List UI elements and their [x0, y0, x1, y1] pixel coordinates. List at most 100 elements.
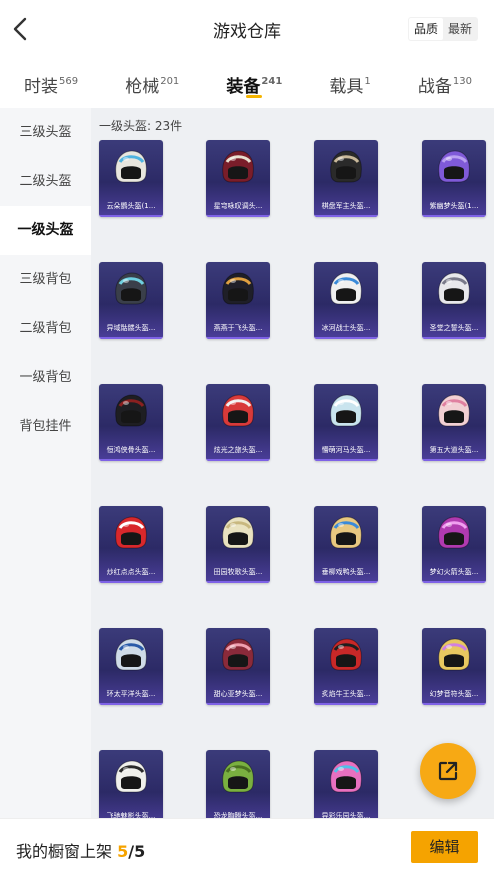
sidebar-item-level3-backpack[interactable]: 三级背包 [0, 255, 91, 304]
item-name: 垂柳戏鸭头盔... [321, 568, 371, 576]
item-card[interactable]: 第五大道头盔... [422, 384, 486, 461]
tab-label: 枪械 [125, 77, 160, 97]
footer-bar: 我的橱窗上架 5/5 编辑 [0, 818, 494, 875]
helmet-icon [438, 638, 470, 671]
item-card[interactable]: 冰河战士头盔... [314, 262, 378, 339]
tab-label: 装备 [226, 77, 261, 97]
helmet-icon [330, 516, 362, 549]
helmet-icon [115, 638, 147, 671]
item-card[interactable]: 炫光之旅头盔... [206, 384, 270, 461]
item-name: 冰河战士头盔... [321, 324, 371, 332]
tab-vehicles[interactable]: 载具1 [329, 58, 370, 106]
header: 游戏仓库 品质 最新 [0, 0, 494, 58]
sidebar: 三级头盔 二级头盔 一级头盔 三级背包 二级背包 一级背包 背包挂件 [0, 108, 91, 818]
item-name: 紫幽梦头盔(1... [429, 202, 479, 210]
helmet-icon [438, 394, 470, 427]
item-card[interactable]: 恐龙胸腾头盔... [206, 750, 270, 818]
sidebar-item-level2-helmet[interactable]: 二级头盔 [0, 157, 91, 206]
item-card[interactable]: 恒鸿侠骨头盔... [99, 384, 163, 461]
tab-count: 201 [160, 76, 180, 87]
sort-latest-button[interactable]: 最新 [443, 18, 477, 40]
item-name: 梦幻火箭头盔... [429, 568, 479, 576]
tab-count: 130 [452, 76, 472, 87]
item-name: 炒红点点头盔... [106, 568, 156, 576]
helmet-icon [330, 760, 362, 793]
item-card[interactable]: 异彩乐园头盔... [314, 750, 378, 818]
item-name: 异彩乐园头盔... [321, 812, 371, 818]
tab-count: 241 [261, 76, 283, 87]
item-name: 燕燕于飞头盔... [213, 324, 263, 332]
item-panel: 一级头盔: 23件 云朵鹦头盔(1... 星穹咏叹调头... 棋盘军主头盔... 紫幽… [91, 108, 494, 818]
item-name: 云朵鹦头盔(1... [106, 202, 156, 210]
tab-weapons[interactable]: 枪械201 [125, 58, 179, 106]
item-card[interactable]: 环太平洋头盔... [99, 628, 163, 705]
tab-equipment[interactable]: 装备241 [226, 58, 282, 106]
item-card[interactable]: 田园牧歌头盔... [206, 506, 270, 583]
section-title: 一级头盔: 23件 [99, 119, 183, 133]
sidebar-item-level3-helmet[interactable]: 三级头盔 [0, 108, 91, 157]
tab-count: 569 [59, 76, 79, 87]
item-card[interactable]: 云朵鹦头盔(1... [99, 140, 163, 217]
helmet-icon [222, 394, 254, 427]
helmet-icon [438, 272, 470, 305]
helmet-icon [115, 760, 147, 793]
item-name: 懵萌河马头盔... [321, 446, 371, 454]
helmet-icon [115, 516, 147, 549]
sort-quality-button[interactable]: 品质 [408, 18, 443, 40]
item-card[interactable]: 圣堂之誓头盔... [422, 262, 486, 339]
helmet-icon [330, 638, 362, 671]
item-name: 圣堂之誓头盔... [429, 324, 479, 332]
helmet-icon [330, 272, 362, 305]
category-tabs: 时装569 枪械201 装备241 载具1 战备130 [0, 58, 494, 106]
helmet-icon [115, 150, 147, 183]
item-name: 炙焰牛王头盔... [321, 690, 371, 698]
sidebar-item-level1-backpack[interactable]: 一级背包 [0, 353, 91, 402]
item-card[interactable]: 幻梦音符头盔... [422, 628, 486, 705]
showcase-status: 我的橱窗上架 5/5 [16, 838, 145, 862]
sidebar-item-backpack-charm[interactable]: 背包挂件 [0, 402, 91, 451]
share-button[interactable] [420, 743, 476, 799]
helmet-icon [438, 516, 470, 549]
item-name: 环太平洋头盔... [106, 690, 156, 698]
sort-toggle: 品质 最新 [407, 17, 478, 41]
item-card[interactable]: 异域骷髅头盔... [99, 262, 163, 339]
item-card[interactable]: 炒红点点头盔... [99, 506, 163, 583]
item-card[interactable]: 炙焰牛王头盔... [314, 628, 378, 705]
helmet-icon [330, 150, 362, 183]
tab-fashion[interactable]: 时装569 [24, 58, 78, 106]
item-card[interactable]: 棋盘军主头盔... [314, 140, 378, 217]
edit-button[interactable]: 编辑 [411, 831, 478, 863]
sidebar-item-level2-backpack[interactable]: 二级背包 [0, 304, 91, 353]
item-name: 炫光之旅头盔... [213, 446, 263, 454]
tab-supplies[interactable]: 战备130 [418, 58, 472, 106]
item-name: 异域骷髅头盔... [106, 324, 156, 332]
item-name: 恐龙胸腾头盔... [213, 812, 263, 818]
helmet-icon [222, 638, 254, 671]
item-name: 星穹咏叹调头... [213, 202, 263, 210]
item-card[interactable]: 垂柳戏鸭头盔... [314, 506, 378, 583]
item-card[interactable]: 懵萌河马头盔... [314, 384, 378, 461]
item-card[interactable]: 梦幻火箭头盔... [422, 506, 486, 583]
helmet-icon [438, 150, 470, 183]
helmet-icon [115, 272, 147, 305]
item-name: 飞驰魅影头盔... [106, 812, 156, 818]
helmet-icon [222, 516, 254, 549]
helmet-icon [115, 394, 147, 427]
showcase-total-count: 5 [134, 842, 146, 861]
item-card[interactable]: 紫幽梦头盔(1... [422, 140, 486, 217]
item-card[interactable]: 飞驰魅影头盔... [99, 750, 163, 818]
showcase-current-count: 5 [117, 842, 129, 861]
helmet-icon [222, 150, 254, 183]
tab-label: 时装 [24, 77, 58, 97]
showcase-label: 我的橱窗上架 [16, 842, 113, 861]
item-name: 田园牧歌头盔... [213, 568, 263, 576]
item-name: 恒鸿侠骨头盔... [106, 446, 156, 454]
item-card[interactable]: 燕燕于飞头盔... [206, 262, 270, 339]
helmet-icon [330, 394, 362, 427]
item-card[interactable]: 星穹咏叹调头... [206, 140, 270, 217]
tab-label: 战备 [417, 77, 452, 97]
helmet-icon [222, 272, 254, 305]
item-card[interactable]: 甜心亚梦头盔... [206, 628, 270, 705]
sidebar-item-level1-helmet[interactable]: 一级头盔 [0, 206, 91, 255]
tab-count: 1 [364, 76, 371, 87]
